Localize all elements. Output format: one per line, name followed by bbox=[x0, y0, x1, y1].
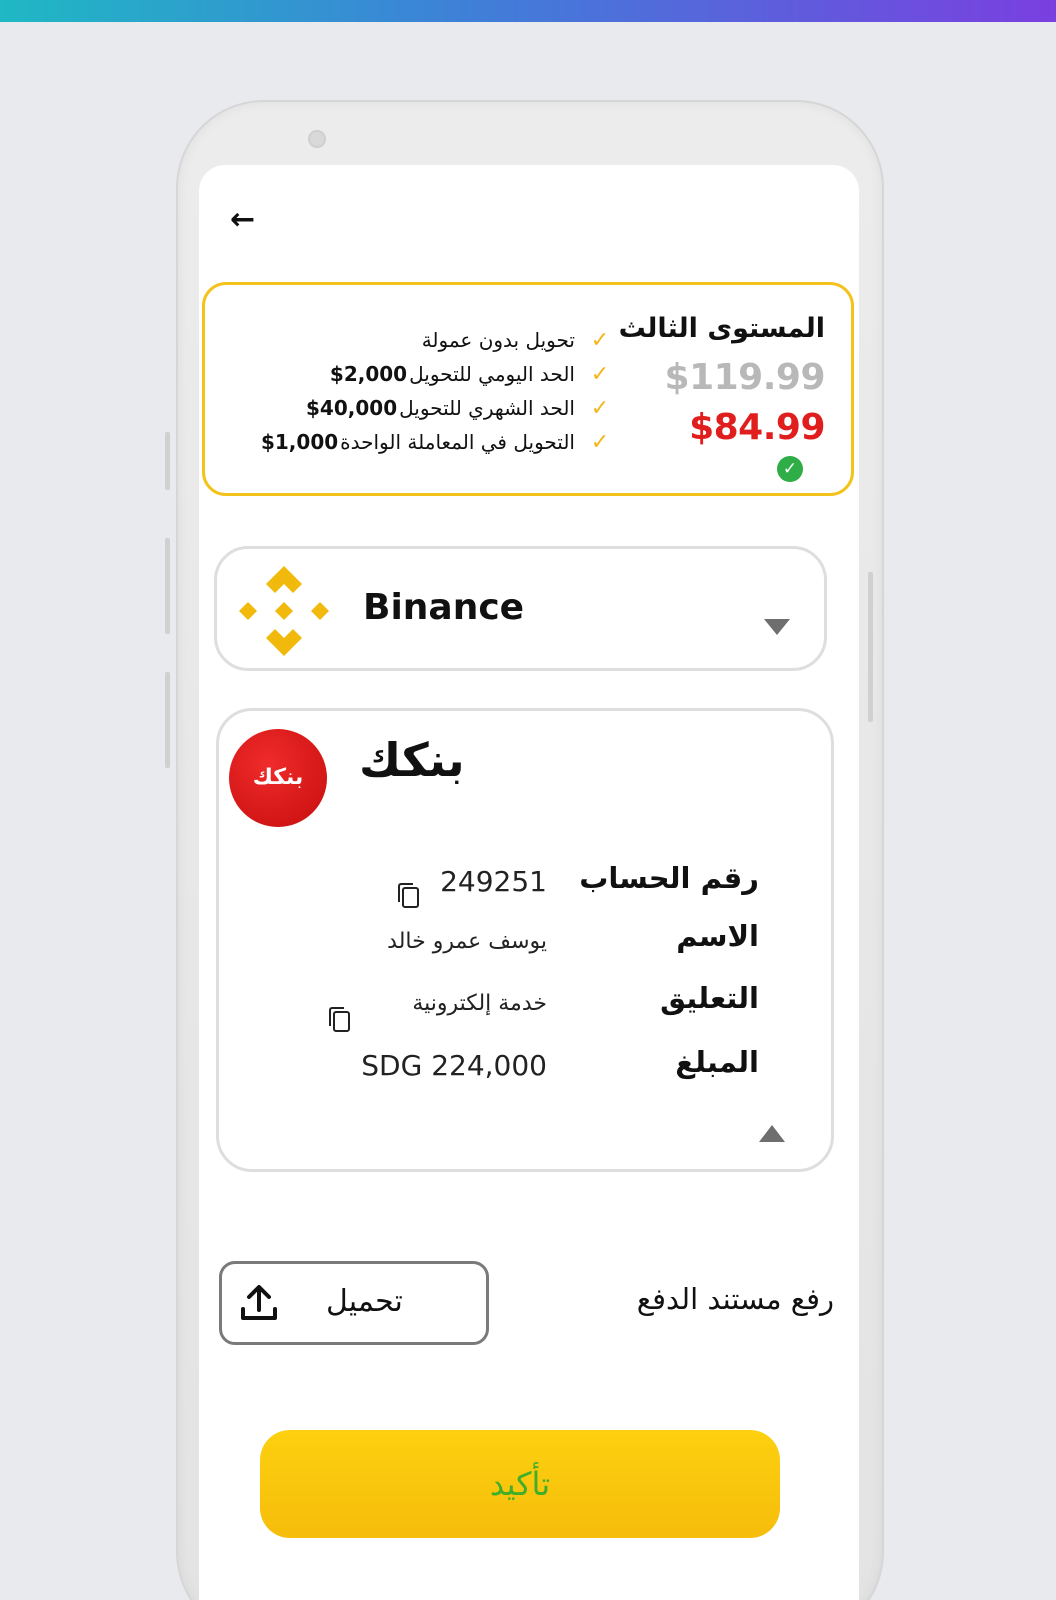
payment-method-select[interactable]: Binance bbox=[214, 546, 827, 671]
amount-row: المبلغ SDG 224,000 bbox=[219, 1045, 837, 1095]
plan-new-price: $84.99 bbox=[689, 407, 825, 448]
upload-button-label: تحميل bbox=[326, 1284, 403, 1319]
plan-card[interactable]: المستوى الثالث $119.99 $84.99 ✓ ✓ تحويل … bbox=[202, 282, 854, 496]
holder-name-value: يوسف عمرو خالد bbox=[387, 929, 547, 954]
plan-features-list: ✓ تحويل بدون عمولة ✓ الحد اليومي للتحويل… bbox=[211, 323, 611, 459]
back-arrow-icon[interactable]: ← bbox=[230, 205, 270, 235]
phone-side-button bbox=[165, 432, 170, 490]
check-icon: ✓ bbox=[590, 429, 610, 455]
top-gradient-bar bbox=[0, 0, 1056, 22]
holder-name-label: الاسم bbox=[676, 919, 759, 953]
feature-text: الحد الشهري للتحويل bbox=[399, 396, 575, 420]
phone-side-button bbox=[165, 672, 170, 768]
feature-value: $40,000 bbox=[306, 396, 398, 420]
plan-feature: ✓ الحد الشهري للتحويل $40,000 bbox=[211, 391, 611, 425]
bank-name: بنكك bbox=[359, 733, 465, 787]
check-icon: ✓ bbox=[590, 327, 610, 353]
comment-row: التعليق خدمة إلكترونية bbox=[219, 981, 837, 1032]
phone-camera bbox=[308, 130, 326, 148]
upload-button[interactable]: تحميل bbox=[219, 1261, 489, 1345]
feature-text: تحويل بدون عمولة bbox=[421, 328, 575, 352]
account-number-value: 249251 bbox=[440, 865, 547, 898]
selected-check-icon: ✓ bbox=[777, 456, 803, 482]
copy-icon[interactable] bbox=[398, 883, 419, 908]
feature-text: التحويل في المعاملة الواحدة bbox=[340, 430, 575, 454]
feature-value: $2,000 bbox=[329, 362, 408, 386]
phone-side-button bbox=[868, 572, 873, 722]
amount-label: المبلغ bbox=[675, 1045, 759, 1079]
upload-label: رفع مستند الدفع bbox=[636, 1282, 834, 1316]
feature-value: $1,000 bbox=[260, 430, 339, 454]
check-icon: ✓ bbox=[590, 395, 610, 421]
account-number-row: رقم الحساب 249251 bbox=[219, 861, 837, 911]
binance-logo-icon bbox=[239, 566, 329, 656]
plan-old-price: $119.99 bbox=[664, 357, 826, 398]
plan-feature: ✓ الحد اليومي للتحويل $2,000 bbox=[211, 357, 611, 391]
bank-logo: بنكك bbox=[229, 729, 327, 827]
upload-icon bbox=[241, 1285, 277, 1320]
comment-label: التعليق bbox=[660, 981, 759, 1015]
feature-text: الحد اليومي للتحويل bbox=[409, 362, 575, 386]
check-icon: ✓ bbox=[590, 361, 610, 387]
copy-icon[interactable] bbox=[329, 1007, 350, 1032]
confirm-button[interactable]: تأكيد bbox=[260, 1430, 780, 1538]
amount-value: SDG 224,000 bbox=[361, 1049, 547, 1082]
plan-title: المستوى الثالث bbox=[618, 313, 825, 344]
account-number-label: رقم الحساب bbox=[579, 861, 759, 895]
caret-down-icon bbox=[764, 619, 790, 635]
caret-up-icon[interactable] bbox=[759, 1125, 785, 1142]
payment-method-label: Binance bbox=[363, 587, 525, 628]
plan-feature: ✓ تحويل بدون عمولة bbox=[211, 323, 611, 357]
bank-details-card: بنكك بنكك رقم الحساب 249251 الاسم يوسف ع… bbox=[216, 708, 834, 1172]
phone-side-button bbox=[165, 538, 170, 634]
comment-value: خدمة إلكترونية bbox=[412, 991, 547, 1016]
holder-name-row: الاسم يوسف عمرو خالد bbox=[219, 919, 837, 969]
plan-feature: ✓ التحويل في المعاملة الواحدة $1,000 bbox=[211, 425, 611, 459]
